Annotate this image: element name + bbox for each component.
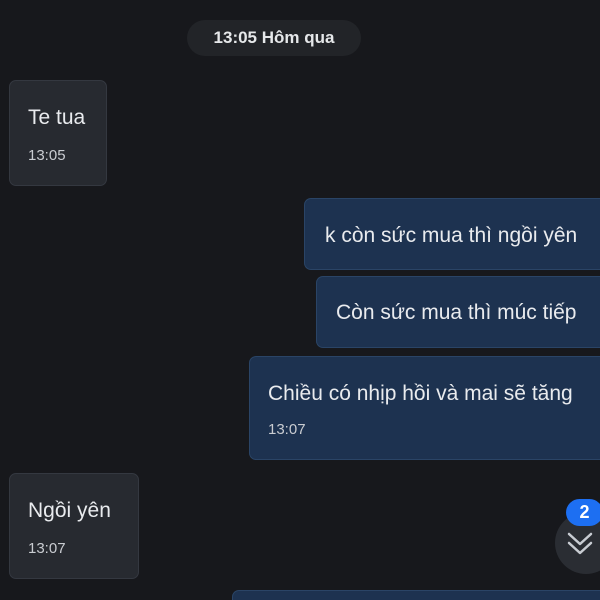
message-bubble-outgoing-partial[interactable] [232,590,600,600]
unread-count-badge: 2 [566,499,600,526]
message-bubble-outgoing[interactable]: Chiều có nhịp hồi và mai sẽ tăng 13:07 [249,356,600,460]
message-bubble-incoming[interactable]: Ngồi yên 13:07 [9,473,139,579]
message-time: 13:07 [28,540,66,557]
message-time: 13:07 [268,421,306,438]
chat-window: 13:05 Hôm qua Te tua 13:05 k còn sức mua… [0,0,600,600]
message-text: Te tua [28,106,86,129]
double-chevron-down-icon [567,532,593,555]
date-separator: 13:05 Hôm qua [187,20,361,56]
message-bubble-incoming[interactable]: Te tua 13:05 [9,80,107,186]
message-time: 13:05 [28,147,66,164]
message-bubble-outgoing[interactable]: k còn sức mua thì ngồi yên [304,198,600,270]
message-text: Chiều có nhịp hồi và mai sẽ tăng [268,382,573,405]
message-bubble-outgoing[interactable]: Còn sức mua thì múc tiếp [316,276,600,348]
message-text: Ngồi yên [28,499,111,522]
message-text: k còn sức mua thì ngồi yên [325,224,578,247]
message-text: Còn sức mua thì múc tiếp [336,301,577,324]
